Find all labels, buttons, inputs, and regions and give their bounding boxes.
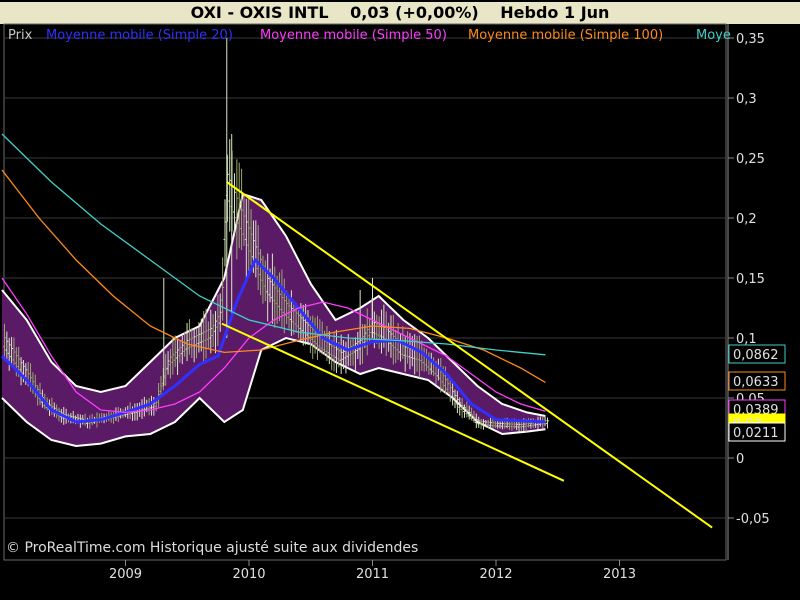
y-axis: 0,350,30,250,20,150,10,050-0,05 xyxy=(728,32,770,527)
plot-area xyxy=(3,23,727,561)
x-tick-label: 2010 xyxy=(232,567,265,582)
y-tick-label: 0 xyxy=(736,452,744,467)
chart-window: OXI - OXIS INTL 0,03 (+0,00%) Hebdo 1 Ju… xyxy=(0,0,800,600)
price-label: 0,0211 xyxy=(733,426,779,441)
copyright-note: © ProRealTime.com Historique ajusté suit… xyxy=(6,540,419,556)
y-tick-label: 0,25 xyxy=(736,152,765,167)
price-label: 0,0862 xyxy=(733,348,779,363)
legend-item: Moyenne mobile (Simple 20) xyxy=(46,28,233,43)
y-tick-label: -0,05 xyxy=(736,512,770,527)
y-tick-label: 0,3 xyxy=(736,92,757,107)
y-tick-label: 0,2 xyxy=(736,212,757,227)
y-tick-label: 0,35 xyxy=(736,32,765,47)
x-tick-label: 2013 xyxy=(603,567,636,582)
legend-item: Prix xyxy=(8,28,33,43)
price-label: 0,0633 xyxy=(733,375,779,390)
x-tick-label: 2009 xyxy=(109,567,142,582)
price-chart[interactable]: 0,350,30,250,20,150,10,050-0,05 20092010… xyxy=(0,0,800,600)
y-tick-label: 0,15 xyxy=(736,272,765,287)
x-axis: 2009 2010 2011 2012 2013 xyxy=(109,560,636,582)
legend-item: Moye xyxy=(696,28,731,43)
legend: Prix Moyenne mobile (Simple 20) Moyenne mo… xyxy=(8,28,731,43)
legend-item: Moyenne mobile (Simple 50) xyxy=(260,28,447,43)
x-tick-label: 2012 xyxy=(479,567,512,582)
x-tick-label: 2011 xyxy=(356,567,389,582)
legend-item: Moyenne mobile (Simple 100) xyxy=(468,28,663,43)
